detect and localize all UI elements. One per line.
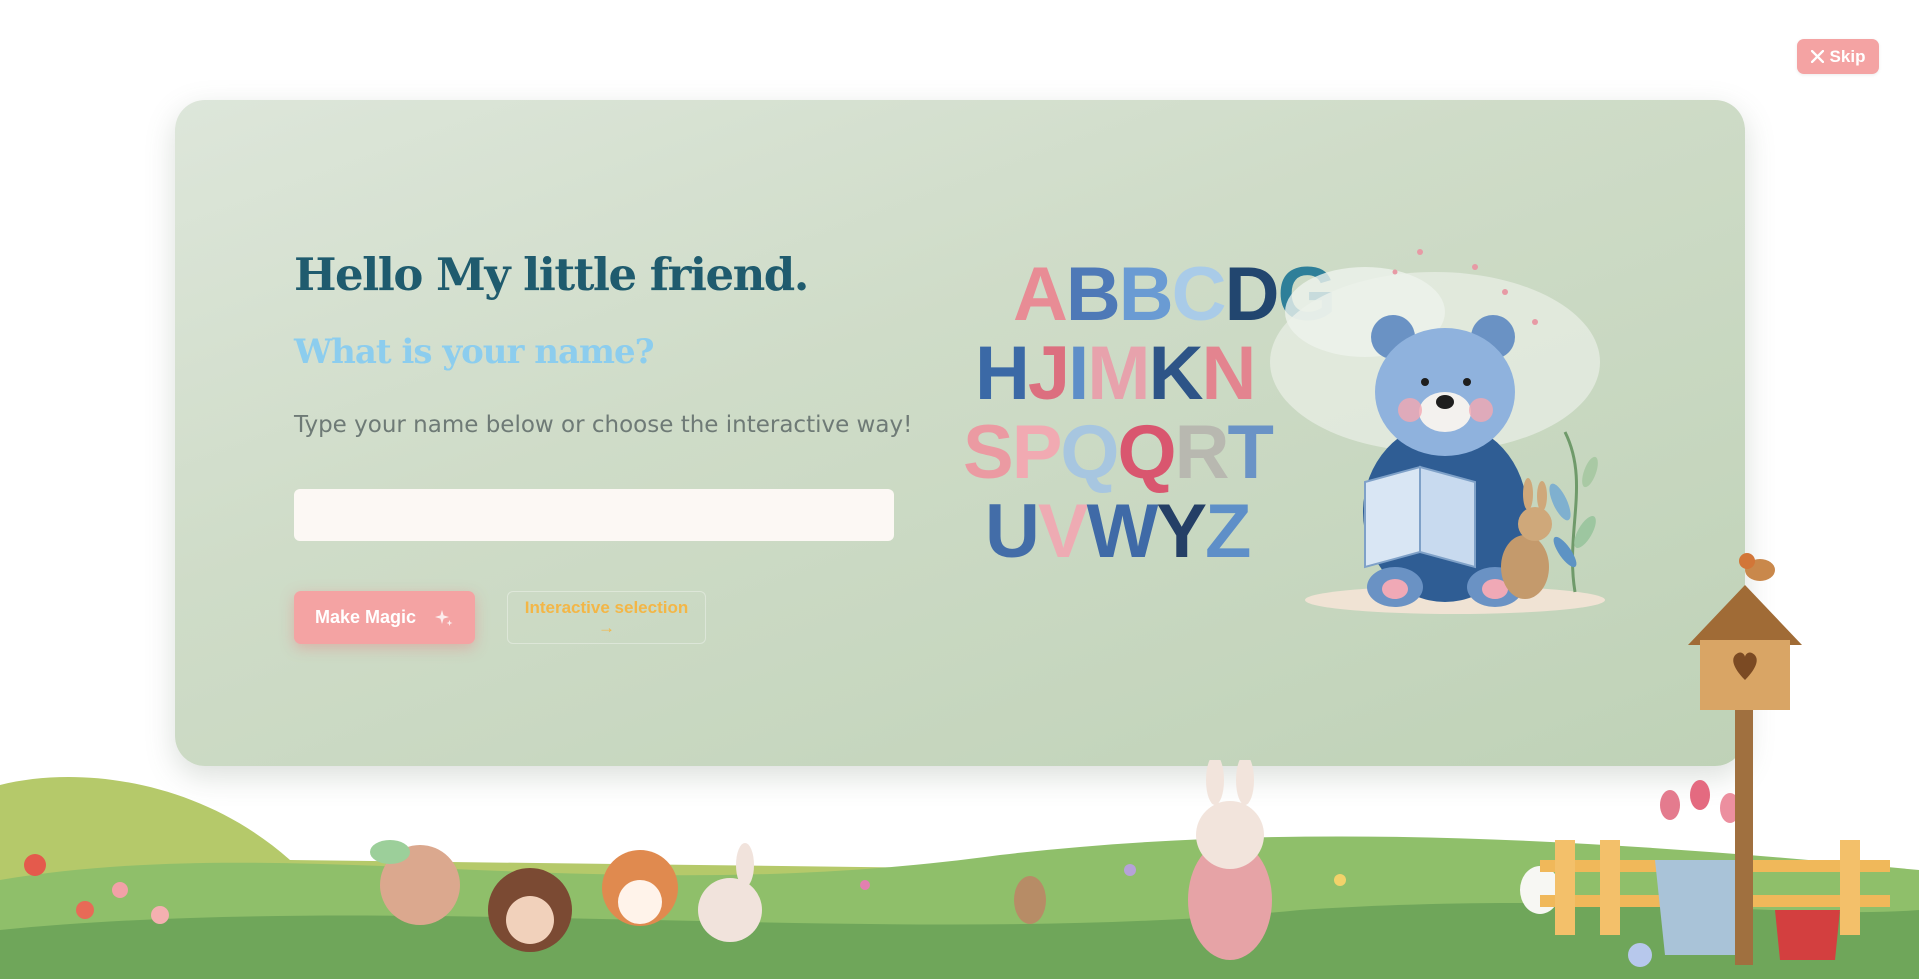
bunny-ear: [1206, 760, 1224, 805]
flower: [860, 880, 870, 890]
page-title: Hello My little friend.: [294, 248, 809, 301]
alphabet-letter: Q: [1117, 410, 1177, 495]
bear-cheek: [1469, 398, 1493, 422]
petal: [1532, 319, 1538, 325]
alphabet-letter: M: [1087, 331, 1150, 416]
alphabet-letter: K: [1148, 331, 1204, 416]
instruction-text: Type your name below or choose the inter…: [294, 412, 913, 438]
bunny-body: [1501, 535, 1549, 599]
petal: [1392, 269, 1398, 275]
skip-label: Skip: [1829, 46, 1866, 66]
meadow-illustration: [0, 760, 1919, 979]
book: [1419, 465, 1476, 569]
alphabet-letter: J: [1027, 331, 1070, 416]
bear-reading-illustration: [1270, 249, 1605, 614]
flower: [1628, 943, 1652, 967]
flower: [76, 901, 94, 919]
bear-cheek: [1398, 398, 1422, 422]
petal: [1417, 249, 1423, 255]
alphabet-letter: Q: [1060, 410, 1119, 495]
alphabet-row: HJIMKN: [955, 331, 1256, 416]
tulip: [1660, 790, 1680, 820]
bow: [370, 840, 410, 864]
name-input[interactable]: [294, 489, 894, 541]
fence-post: [1600, 840, 1620, 935]
fox-face: [618, 880, 662, 924]
birdhouse-illustration: [1688, 553, 1802, 965]
bunny-ear: [1537, 481, 1547, 511]
interactive-selection-label: Interactive selection →: [524, 597, 689, 637]
hedgehog-face: [506, 896, 554, 944]
fence-post: [1555, 840, 1575, 935]
bear-paw-pad: [1382, 579, 1408, 599]
bear-eye: [1421, 378, 1429, 386]
make-magic-label: Make Magic: [314, 607, 417, 627]
close-icon: [1810, 50, 1824, 63]
alphabet-row: UVWYZ: [955, 492, 1255, 571]
fence-post: [1840, 840, 1860, 935]
bunny-head: [1196, 801, 1264, 869]
petal: [1472, 264, 1478, 270]
rabbit: [1014, 876, 1046, 924]
bunny-head: [1518, 507, 1552, 541]
birdhouse-roof: [1688, 585, 1802, 645]
bunny-ear: [1236, 760, 1254, 805]
skip-button[interactable]: Skip: [1797, 39, 1879, 74]
flower: [24, 854, 46, 876]
alphabet-letter: U: [985, 489, 1040, 574]
interactive-selection-button[interactable]: Interactive selection →: [507, 591, 706, 644]
book: [1364, 465, 1421, 569]
alphabet-letter: I: [1068, 331, 1089, 416]
name-question: What is your name?: [294, 332, 655, 372]
alphabet-row: SPQQRT: [955, 410, 1274, 495]
alphabet-letter: Z: [1205, 489, 1251, 574]
flower: [151, 906, 169, 924]
alphabet-letter: W: [1086, 489, 1159, 574]
bear-nose: [1436, 395, 1454, 409]
make-magic-button[interactable]: Make Magic: [294, 591, 475, 644]
alphabet-row: ABBCDG: [955, 252, 1337, 337]
alphabet-letter: B: [1118, 252, 1174, 337]
alphabet-letter: P: [1011, 410, 1063, 495]
bunny-ear: [736, 843, 754, 887]
petal: [1502, 289, 1508, 295]
bear-eye: [1463, 378, 1471, 386]
flower: [1334, 874, 1346, 886]
bunny-head: [698, 878, 762, 942]
flower: [112, 882, 128, 898]
alphabet-letter: H: [975, 331, 1030, 416]
flower: [1124, 864, 1136, 876]
alphabet-letter: B: [1065, 252, 1121, 337]
welcome-card: Hello My little friend. What is your nam…: [175, 100, 1745, 766]
robin-head: [1739, 553, 1755, 569]
alphabet-letter: V: [1037, 489, 1089, 574]
plant-leaf: [1582, 456, 1598, 488]
alphabet-letter: A: [1013, 252, 1068, 337]
bunny-ear: [1523, 478, 1533, 510]
alphabet-letter: Y: [1156, 489, 1207, 574]
sparkles-icon: [435, 609, 453, 626]
alphabet-letter: S: [963, 410, 1014, 495]
alphabet-letter: C: [1171, 252, 1227, 337]
birdhouse-pole: [1735, 685, 1753, 965]
alphabet-letter: R: [1174, 410, 1230, 495]
alphabet-illustration: ABBCDGHJIMKNSPQQRTUVWYZ: [955, 252, 1337, 595]
